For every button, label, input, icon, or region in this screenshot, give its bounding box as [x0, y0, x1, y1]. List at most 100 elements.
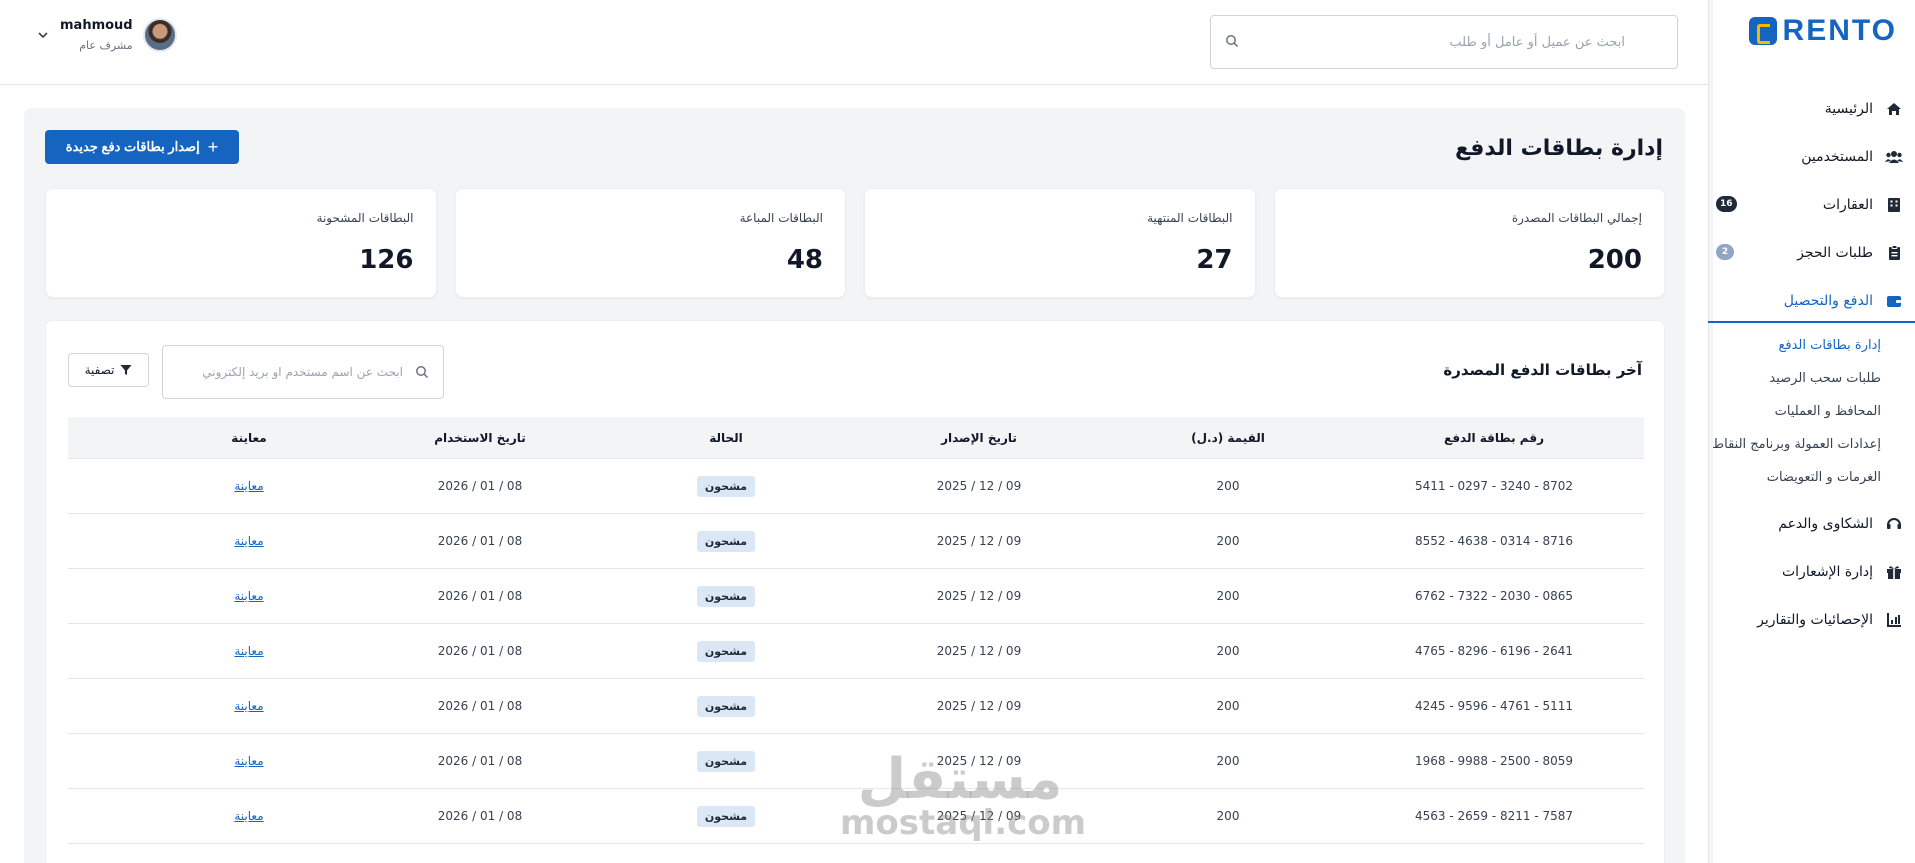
building-icon	[1885, 196, 1903, 214]
brand-name: RENTO	[1782, 14, 1897, 47]
col-status: الحالة	[709, 430, 743, 445]
headset-icon	[1885, 515, 1903, 533]
status-badge: مشحون	[696, 530, 756, 552]
sidebar-item-label: طلبات الحجز	[1797, 245, 1873, 261]
submenu-withdraw-requests[interactable]: طلبات سحب الرصيد	[1708, 362, 1915, 395]
cell-card-number: 8552 - 4638 - 0314 - 8716	[1414, 534, 1574, 548]
cell-issue-date: 2025 / 12 / 09	[936, 589, 1022, 603]
user-menu[interactable]: mahmoud مشرف عام	[36, 18, 177, 52]
cell-view: معاينة	[144, 644, 354, 658]
cell-issue-date: 2025 / 12 / 09	[936, 699, 1022, 713]
status-badge: مشحون	[696, 695, 756, 717]
cell-value: 200	[1216, 809, 1240, 823]
status-badge: مشحون	[696, 750, 756, 772]
properties-count-badge: 16	[1716, 196, 1737, 212]
view-link[interactable]: معاينة	[234, 479, 263, 493]
view-link[interactable]: معاينة	[234, 589, 263, 603]
stat-value: 27	[1196, 245, 1233, 275]
stats-row: إجمالي البطاقات المصدرة 200 البطاقات الم…	[45, 188, 1665, 298]
status-badge: مشحون	[696, 585, 756, 607]
status-badge: مشحون	[696, 640, 756, 662]
sidebar-item-notifications[interactable]: إدارة الإشعارات	[1708, 548, 1915, 596]
app-root: mahmoud مشرف عام ابحث عن عميل أو عامل أو…	[0, 0, 1915, 863]
sidebar-nav: الرئيسية المستخدمين العقارات 16 طلبات ال…	[1708, 85, 1915, 644]
topbar: mahmoud مشرف عام ابحث عن عميل أو عامل أو…	[0, 0, 1708, 85]
cell-status: مشحون	[606, 475, 846, 497]
table-row: 8552 - 4638 - 0314 - 8716 200 2025 / 12 / …	[68, 514, 1644, 569]
submenu-commission-settings[interactable]: إعدادات العمولة وبرنامج النقاط	[1708, 428, 1915, 461]
sidebar-item-users[interactable]: المستخدمين	[1708, 133, 1915, 181]
wallet-icon	[1885, 292, 1903, 310]
issue-new-cards-label: إصدار بطاقات دفع جديدة	[65, 139, 200, 154]
status-badge: مشحون	[696, 475, 756, 497]
stat-label: البطاقات المنتهية	[1147, 211, 1233, 225]
global-search-placeholder: ابحث عن عميل أو عامل أو طلب	[1449, 34, 1625, 50]
table-row: 5411 - 0297 - 3240 - 8702 200 2025 / 12 / …	[68, 459, 1644, 514]
cell-issue-date: 2025 / 12 / 09	[936, 644, 1022, 658]
sidebar: RENTO الرئيسية المستخدمين العقارات 16 طل…	[1708, 0, 1915, 863]
view-link[interactable]: معاينة	[234, 644, 263, 658]
cell-value: 200	[1216, 479, 1240, 493]
submenu-wallets-transactions[interactable]: المحافظ و العمليات	[1708, 395, 1915, 428]
sidebar-item-properties[interactable]: العقارات 16	[1708, 181, 1915, 229]
stat-value: 126	[359, 245, 414, 275]
cell-status: مشحون	[606, 750, 846, 772]
cell-usage-date: 2026 / 01 / 08	[437, 754, 523, 768]
cell-issue-date: 2025 / 12 / 09	[936, 754, 1022, 768]
table-row: 6762 - 7322 - 2030 - 0865 200 2025 / 12 / …	[68, 569, 1644, 624]
sidebar-item-label: الدفع والتحصيل	[1783, 293, 1873, 309]
avatar[interactable]	[142, 18, 177, 52]
cell-value: 200	[1216, 534, 1240, 548]
chevron-down-icon[interactable]	[36, 28, 50, 42]
chart-icon	[1885, 611, 1903, 629]
filter-button[interactable]: تصفية	[68, 353, 149, 387]
filter-icon	[120, 365, 132, 375]
view-link[interactable]: معاينة	[234, 699, 263, 713]
cards-table: رقم بطاقة الدفع القيمة (د.ل) تاريخ الإصد…	[68, 417, 1644, 844]
cell-view: معاينة	[144, 589, 354, 603]
cell-usage-date: 2026 / 01 / 08	[437, 589, 523, 603]
cell-usage-date: 2026 / 01 / 08	[437, 809, 523, 823]
issue-new-cards-button[interactable]: + إصدار بطاقات دفع جديدة	[45, 130, 239, 164]
col-view: معاينة	[231, 430, 267, 445]
submenu-payment-cards[interactable]: إدارة بطاقات الدفع	[1708, 329, 1915, 362]
view-link[interactable]: معاينة	[234, 754, 263, 768]
stat-value: 200	[1587, 245, 1642, 275]
cell-value: 200	[1216, 644, 1240, 658]
stat-card-expired: البطاقات المنتهية 27	[864, 188, 1256, 298]
cell-value: 200	[1216, 699, 1240, 713]
gift-icon	[1885, 563, 1903, 581]
stat-card-charged: البطاقات المشحونة 126	[45, 188, 437, 298]
submenu-fines-compensations[interactable]: الغرمات و التعويضات	[1708, 461, 1915, 494]
users-icon	[1885, 148, 1903, 166]
cell-status: مشحون	[606, 585, 846, 607]
sidebar-item-booking-requests[interactable]: طلبات الحجز 2	[1708, 229, 1915, 277]
cell-view: معاينة	[144, 809, 354, 823]
cell-card-number: 4765 - 8296 - 6196 - 2641	[1414, 644, 1574, 658]
sidebar-item-home[interactable]: الرئيسية	[1708, 85, 1915, 133]
home-icon	[1885, 100, 1903, 118]
stat-label: إجمالي البطاقات المصدرة	[1511, 211, 1642, 225]
sidebar-item-complaints[interactable]: الشكاوى والدعم	[1708, 500, 1915, 548]
cell-view: معاينة	[144, 534, 354, 548]
global-search-input[interactable]: ابحث عن عميل أو عامل أو طلب	[1210, 15, 1678, 69]
sidebar-item-payments[interactable]: الدفع والتحصيل	[1708, 277, 1915, 325]
user-name: mahmoud	[60, 18, 133, 33]
sidebar-item-statistics[interactable]: الإحصائيات والتقارير	[1708, 596, 1915, 644]
stat-label: البطاقات المباعة	[739, 211, 823, 225]
status-badge: مشحون	[696, 805, 756, 827]
cell-usage-date: 2026 / 01 / 08	[437, 534, 523, 548]
cell-usage-date: 2026 / 01 / 08	[437, 644, 523, 658]
brand-logo[interactable]: RENTO	[1748, 14, 1897, 48]
filter-label: تصفية	[84, 363, 115, 377]
view-link[interactable]: معاينة	[234, 534, 263, 548]
table-row: 4765 - 8296 - 6196 - 2641 200 2025 / 12 / …	[68, 624, 1644, 679]
col-issue-date: تاريخ الإصدار	[941, 430, 1017, 445]
table-row: 4563 - 2659 - 8211 - 7587 200 2025 / 12 / …	[68, 789, 1644, 844]
cell-card-number: 6762 - 7322 - 2030 - 0865	[1414, 589, 1574, 603]
table-search-input[interactable]: ابحث عن اسم مستخدم او بريد إلكتروني	[162, 345, 444, 399]
table-body: 5411 - 0297 - 3240 - 8702 200 2025 / 12 / …	[68, 459, 1644, 844]
col-card-number: رقم بطاقة الدفع	[1444, 430, 1544, 445]
view-link[interactable]: معاينة	[234, 809, 263, 823]
table-row: 4245 - 9596 - 4761 - 5111 200 2025 / 12 / …	[68, 679, 1644, 734]
